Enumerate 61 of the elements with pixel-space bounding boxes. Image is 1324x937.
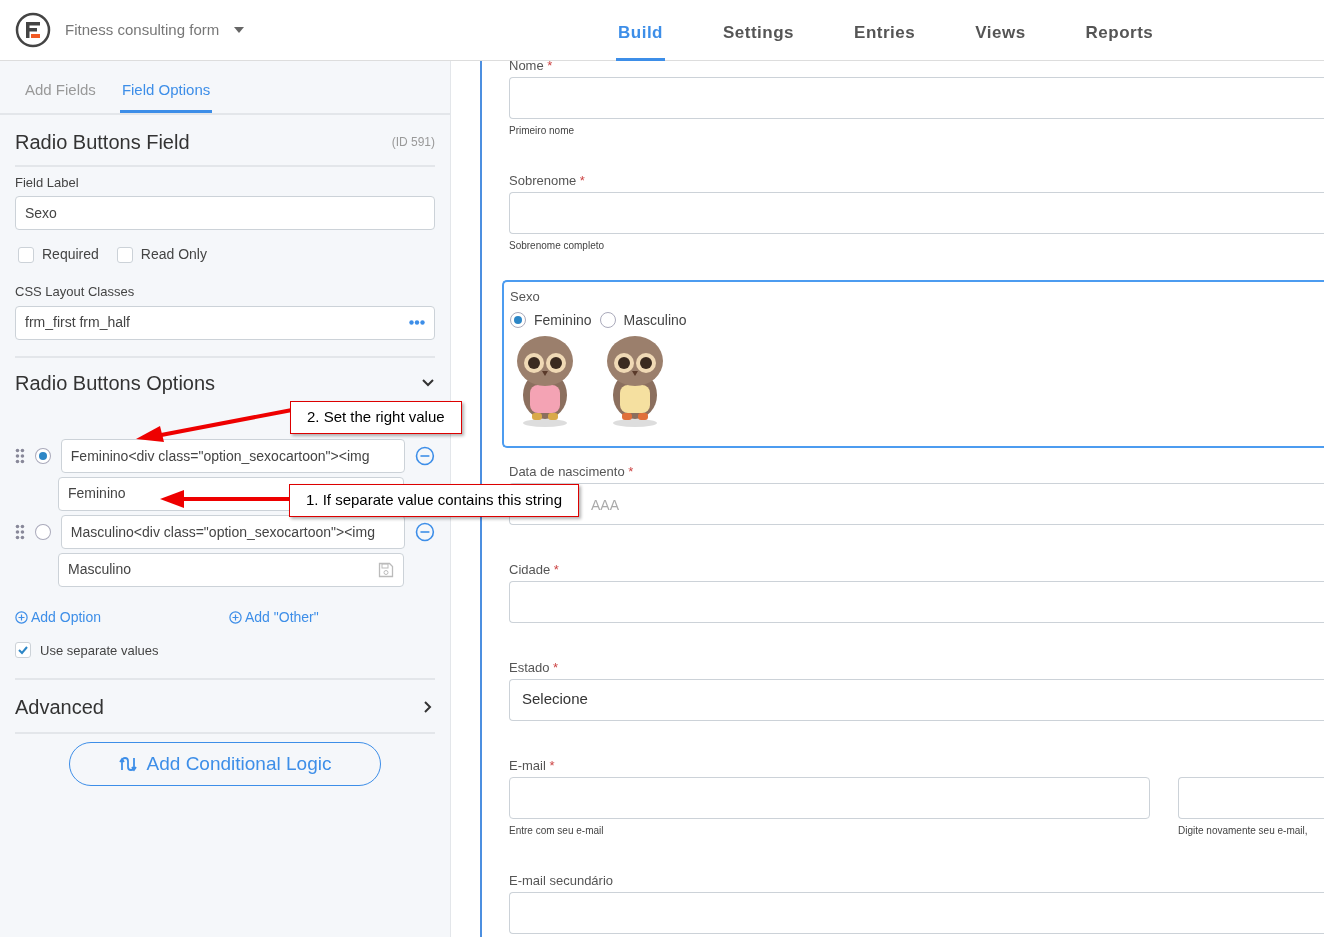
remove-icon[interactable] (415, 445, 435, 466)
field-label: Cidade * (509, 562, 559, 578)
radio-button[interactable] (34, 523, 51, 540)
branch-icon (118, 756, 137, 772)
select-field[interactable]: Selecione (509, 678, 1324, 721)
checkbox[interactable] (18, 246, 34, 263)
form-name[interactable]: Fitness consulting form (65, 18, 220, 42)
radio-button[interactable] (34, 447, 51, 464)
checkbox[interactable] (15, 642, 31, 659)
css-classes-input[interactable]: frm_first frm_half (15, 305, 435, 340)
input-field[interactable] (509, 891, 1324, 934)
nav-tab[interactable]: Settings (721, 6, 797, 61)
help-text: Primeiro nome (509, 124, 575, 137)
option-label-input[interactable]: Masculino<div class="option_sexocartoon"><img (60, 514, 406, 549)
input-field[interactable] (509, 191, 1324, 234)
radio-button[interactable] (510, 312, 526, 329)
save-icon[interactable] (378, 561, 394, 578)
nav-tab[interactable]: Entries (852, 6, 918, 61)
help-text: Entre com seu e-mail (509, 824, 604, 837)
drag-handle-icon[interactable] (15, 523, 25, 540)
field-card[interactable]: Sexo Feminino Masculino (502, 279, 1324, 448)
checkbox-label: Use separate values (40, 641, 159, 660)
plus-icon (15, 610, 28, 624)
field-label: E-mail * (509, 758, 555, 774)
nav-tab[interactable]: Views (973, 6, 1028, 61)
annotation-tooltip: 1. If separate value contains this string (289, 484, 579, 517)
field-label: Nome * (509, 59, 553, 74)
help-text: Digite novamente seu e-mail, (1178, 824, 1308, 837)
input-field[interactable] (1178, 776, 1324, 819)
section-title[interactable]: Advanced (15, 692, 104, 722)
remove-icon[interactable] (415, 521, 435, 542)
field-label: Sexo (510, 289, 540, 305)
plus-icon (229, 610, 242, 624)
field-label-caption: Field Label (15, 173, 79, 192)
checkbox-label: Required (42, 245, 99, 264)
css-classes-caption: CSS Layout Classes (15, 283, 135, 301)
panel-title: Radio Buttons Field (15, 129, 190, 155)
radio-label: Feminino (534, 310, 592, 330)
checkbox-label: Read Only (140, 245, 207, 264)
nav-tab[interactable]: Reports (1083, 6, 1156, 61)
field-label: Estado * (509, 660, 559, 676)
logo-icon (15, 12, 51, 48)
annotation-tooltip: 2. Set the right value (290, 401, 462, 434)
field-label: Data de nascimento * (509, 464, 634, 480)
input-field[interactable] (509, 776, 1150, 819)
field-id: (ID 591) (391, 133, 435, 151)
section-title[interactable]: Radio Buttons Options (15, 367, 216, 398)
field-label: E-mail secundário (509, 873, 614, 889)
option-value-input[interactable]: Masculino (58, 552, 404, 587)
caret-icon[interactable] (233, 26, 246, 34)
checkbox[interactable] (116, 246, 133, 263)
help-text: Sobrenome completo (509, 239, 605, 252)
field-label: Sobrenome * (509, 173, 585, 189)
radio-label: Masculino (623, 310, 687, 330)
more-icon[interactable] (409, 320, 425, 325)
option-label-input[interactable]: Feminino<div class="option_sexocartoon"><img (60, 438, 406, 473)
input-field[interactable] (509, 76, 1324, 119)
field-label-input[interactable]: Sexo (15, 196, 435, 230)
input-field[interactable] (509, 580, 1324, 623)
drag-handle-icon[interactable] (15, 447, 25, 464)
radio-button[interactable] (599, 312, 616, 329)
